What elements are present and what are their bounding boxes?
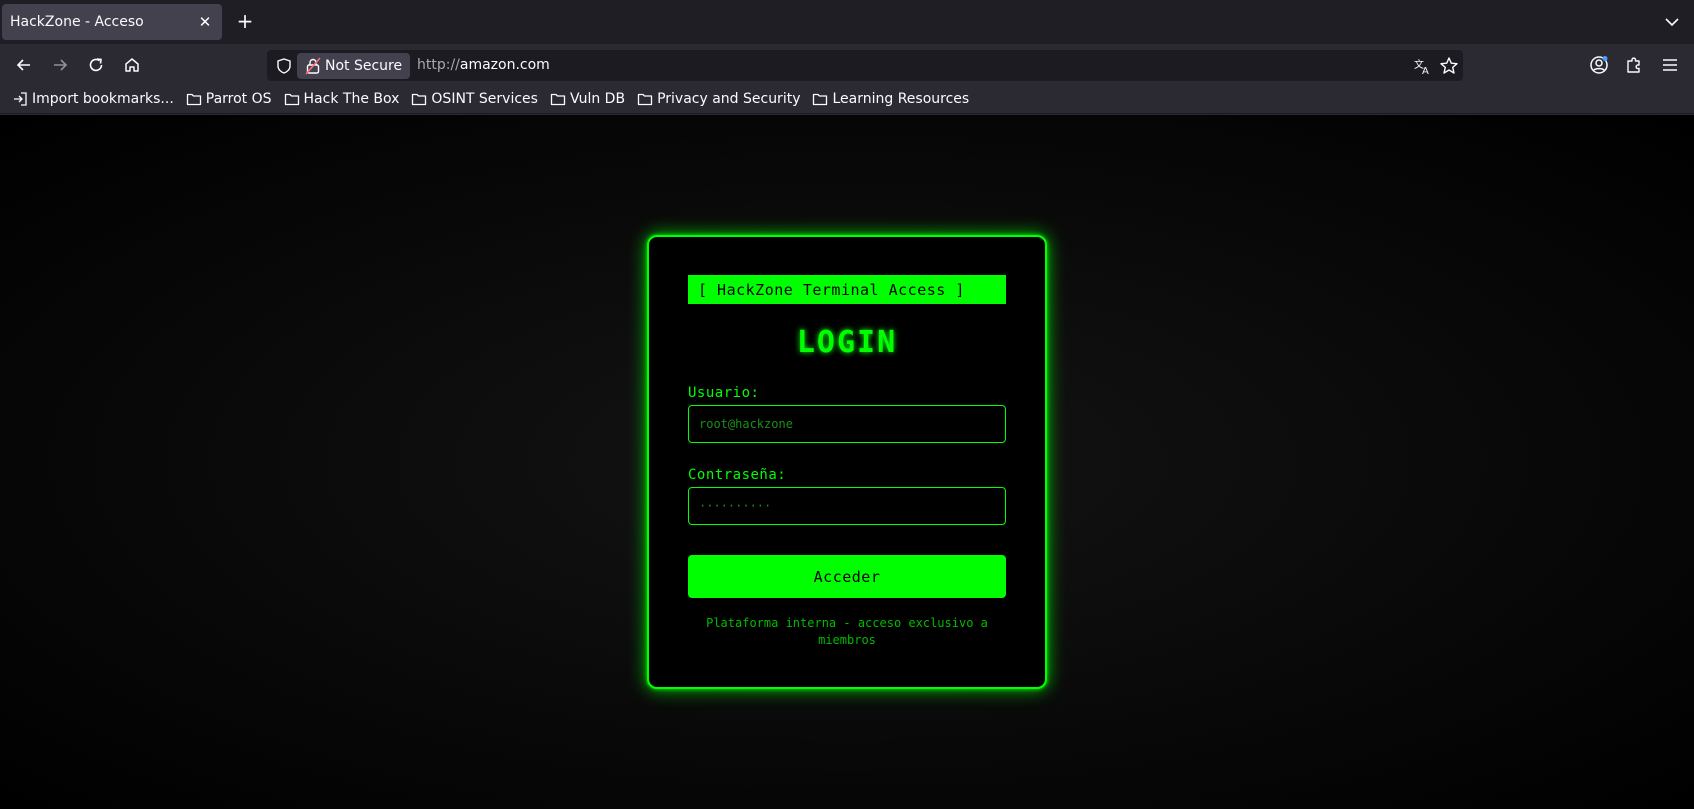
back-button[interactable]	[11, 52, 37, 78]
insecure-lock-icon	[305, 57, 321, 75]
bookmark-star-icon[interactable]	[1439, 56, 1459, 76]
folder-icon	[412, 93, 427, 106]
tab-strip: HackZone - Acceso ✕ +	[0, 0, 1694, 44]
url-host: amazon.com	[459, 57, 550, 73]
not-secure-label: Not Secure	[325, 58, 403, 74]
arrow-right-icon	[54, 59, 68, 71]
reload-button[interactable]	[83, 52, 109, 78]
folder-icon	[813, 93, 828, 106]
nav-toolbar: Not Secure http://amazon.com 文A	[0, 44, 1694, 85]
chevron-down-icon	[1665, 18, 1679, 27]
shield-icon[interactable]	[275, 57, 293, 75]
site-security-button[interactable]: Not Secure	[297, 53, 411, 79]
bookmark-folder-vuln-db[interactable]: Vuln DB	[550, 91, 625, 107]
bookmark-folder-privacy-and-security[interactable]: Privacy and Security	[637, 91, 800, 107]
page-content: [ HackZone Terminal Access ] LOGIN Usuar…	[0, 115, 1694, 809]
url-scheme: http://	[417, 57, 460, 73]
submit-button[interactable]: Acceder	[688, 555, 1006, 598]
password-input[interactable]	[688, 487, 1006, 525]
account-button[interactable]	[1586, 52, 1612, 78]
arrow-left-icon	[16, 59, 30, 71]
home-icon	[125, 58, 139, 72]
folder-icon	[637, 93, 653, 106]
svg-text:A: A	[1422, 66, 1429, 76]
password-label: Contraseña:	[688, 467, 787, 483]
bookmark-label: Learning Resources	[832, 91, 970, 107]
extensions-button[interactable]	[1621, 52, 1647, 78]
bookmark-folder-hack-the-box[interactable]: Hack The Box	[284, 91, 400, 107]
hamburger-menu-icon	[1663, 59, 1677, 71]
bookmark-label: Hack The Box	[303, 91, 400, 107]
home-button[interactable]	[119, 52, 145, 78]
url-bar[interactable]: Not Secure http://amazon.com 文A	[267, 50, 1463, 81]
folder-icon	[284, 93, 299, 106]
bookmark-label: Privacy and Security	[657, 91, 801, 107]
bookmark-label: Import bookmarks...	[32, 91, 174, 107]
bookmark-folder-learning-resources[interactable]: Learning Resources	[812, 91, 969, 107]
bookmark-folder-osint-services[interactable]: OSINT Services	[411, 91, 538, 107]
folder-icon	[186, 93, 201, 106]
url-text[interactable]: http://amazon.com	[417, 57, 550, 73]
puzzle-icon	[1627, 57, 1640, 73]
tab-title: HackZone - Acceso	[10, 14, 144, 30]
bookmark-label: Vuln DB	[569, 91, 626, 107]
translate-icon[interactable]: 文A	[1413, 56, 1433, 76]
bookmark-import[interactable]: Import bookmarks...	[12, 91, 174, 107]
login-card: [ HackZone Terminal Access ] LOGIN Usuar…	[647, 235, 1047, 689]
account-icon	[1590, 56, 1608, 74]
bookmarks-toolbar: Import bookmarks... Parrot OS Hack The B…	[0, 85, 1694, 114]
forward-button[interactable]	[47, 52, 73, 78]
new-tab-button[interactable]: +	[234, 11, 256, 33]
list-all-tabs-button[interactable]	[1662, 12, 1682, 32]
reload-icon	[89, 58, 103, 72]
tab-close-button[interactable]: ✕	[196, 13, 214, 31]
username-input[interactable]	[688, 405, 1006, 443]
username-label: Usuario:	[688, 385, 760, 401]
terminal-header: [ HackZone Terminal Access ]	[688, 275, 1006, 304]
bookmark-label: OSINT Services	[431, 91, 538, 107]
footer-note: Plataforma interna - acceso exclusivo a …	[706, 616, 988, 647]
import-icon	[14, 92, 27, 106]
tab-active[interactable]: HackZone - Acceso ✕	[2, 4, 222, 40]
folder-icon	[550, 93, 566, 106]
bookmark-folder-parrot-os[interactable]: Parrot OS	[186, 91, 272, 107]
login-title: LOGIN	[796, 325, 898, 360]
menu-button[interactable]	[1657, 52, 1683, 78]
bookmark-label: Parrot OS	[205, 91, 272, 107]
